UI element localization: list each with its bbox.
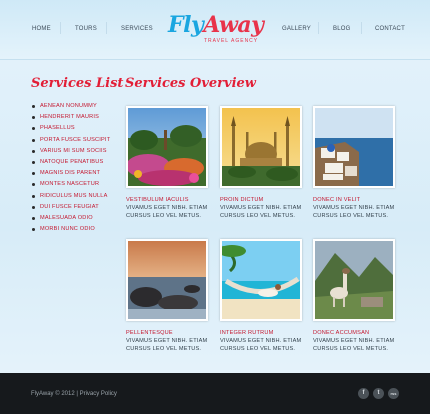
privacy-policy-link[interactable]: Privacy Policy xyxy=(80,391,117,397)
logo-text: FlyAway xyxy=(168,12,264,38)
twitter-icon[interactable]: t xyxy=(373,388,384,399)
service-card: PELLENTESQUE VIVAMUS EGET NIBH. ETIAM CUR… xyxy=(126,239,208,353)
card-description: VIVAMUS EGET NIBH. ETIAM CURSUS LEO VEL M… xyxy=(220,205,302,219)
nav-tours[interactable]: TOURS xyxy=(75,26,97,32)
list-item[interactable]: VARIUS MI SUM SOCIIS xyxy=(31,146,110,157)
service-card: PROIN DICTUM VIVAMUS EGET NIBH. ETIAM CUR… xyxy=(220,106,302,220)
bullet-icon xyxy=(32,127,35,131)
header: HOME TOURS SERVICES FlyAway TRAVEL AGENC… xyxy=(0,0,430,60)
service-card: VESTIBULUM IACULIS VIVAMUS EGET NIBH. ET… xyxy=(126,106,208,220)
services-list: AENEAN NONUMMY HENDRERIT MAURIS PHASELLU… xyxy=(31,101,110,235)
list-item[interactable]: AENEAN NONUMMY xyxy=(31,101,110,112)
list-item[interactable]: MONTES NASCETUR xyxy=(31,179,110,190)
nav-separator xyxy=(318,22,319,34)
nav-blog[interactable]: BLOG xyxy=(333,26,350,32)
card-description: VIVAMUS EGET NIBH. ETIAM CURSUS LEO VEL M… xyxy=(220,338,302,352)
bullet-icon xyxy=(32,116,35,120)
nav-separator xyxy=(106,22,107,34)
bullet-icon xyxy=(32,183,35,187)
garden-photo[interactable] xyxy=(126,106,208,188)
nav-home[interactable]: HOME xyxy=(32,26,51,32)
page-title: Services Overview xyxy=(125,76,256,91)
beach-rocks-photo[interactable] xyxy=(126,239,208,321)
list-item[interactable]: HENDRERIT MAURIS xyxy=(31,112,110,123)
llama-photo[interactable] xyxy=(313,239,395,321)
service-card: DONEC ACCUMSAN VIVAMUS EGET NIBH. ETIAM C… xyxy=(313,239,395,353)
card-title[interactable]: PROIN DICTUM xyxy=(220,197,302,203)
card-title[interactable]: DONEC ACCUMSAN xyxy=(313,330,395,336)
card-description: VIVAMUS EGET NIBH. ETIAM CURSUS LEO VEL M… xyxy=(126,338,208,352)
santorini-photo[interactable] xyxy=(313,106,395,188)
list-item[interactable]: DUI FUSCE FEUGIAT xyxy=(31,202,110,213)
service-card: DONEC IN VELIT VIVAMUS EGET NIBH. ETIAM C… xyxy=(313,106,395,220)
bullet-icon xyxy=(32,172,35,176)
bullet-icon xyxy=(32,216,35,220)
logo-tagline: TRAVEL AGENCY xyxy=(204,38,259,44)
service-card: INTEGER RUTRUM VIVAMUS EGET NIBH. ETIAM C… xyxy=(220,239,302,353)
mosque-photo[interactable] xyxy=(220,106,302,188)
card-title[interactable]: INTEGER RUTRUM xyxy=(220,330,302,336)
card-description: VIVAMUS EGET NIBH. ETIAM CURSUS LEO VEL M… xyxy=(126,205,208,219)
sidebar-title: Services List xyxy=(31,76,124,91)
list-item[interactable]: MAGNIS DIS PARENT xyxy=(31,168,110,179)
bullet-icon xyxy=(32,105,35,108)
card-title[interactable]: VESTIBULUM IACULIS xyxy=(126,197,208,203)
list-item[interactable]: PORTA FUSCE SUSCIPIT xyxy=(31,135,110,146)
list-item[interactable]: NATOQUE PENATIBUS xyxy=(31,157,110,168)
bullet-icon xyxy=(32,138,35,142)
card-description: VIVAMUS EGET NIBH. ETIAM CURSUS LEO VEL M… xyxy=(313,205,395,219)
card-description: VIVAMUS EGET NIBH. ETIAM CURSUS LEO VEL M… xyxy=(313,338,395,352)
nav-contact[interactable]: CONTACT xyxy=(375,26,405,32)
card-title[interactable]: DONEC IN VELIT xyxy=(313,197,395,203)
nav-separator xyxy=(361,22,362,34)
facebook-icon[interactable]: f xyxy=(358,388,369,399)
card-title[interactable]: PELLENTESQUE xyxy=(126,330,208,336)
footer: FlyAway © 2012 | Privacy Policy f t rss xyxy=(0,373,430,414)
list-item[interactable]: MALESUADA ODIO xyxy=(31,213,110,224)
list-item[interactable]: MORBI NUNC ODIO xyxy=(31,224,110,235)
nav-services[interactable]: SERVICES xyxy=(121,26,153,32)
list-item[interactable]: PHASELLUS xyxy=(31,123,110,134)
footer-copyright: FlyAway © 2012 | Privacy Policy xyxy=(31,391,117,397)
bullet-icon xyxy=(32,194,35,198)
logo[interactable]: FlyAway TRAVEL AGENCY xyxy=(168,12,264,46)
bullet-icon xyxy=(32,149,35,153)
rss-icon[interactable]: rss xyxy=(388,388,399,399)
nav-gallery[interactable]: GALLERY xyxy=(282,26,311,32)
bullet-icon xyxy=(32,160,35,164)
nav-separator xyxy=(60,22,61,34)
hammock-photo[interactable] xyxy=(220,239,302,321)
list-item[interactable]: RIDICULUS MUS NULLA xyxy=(31,191,110,202)
bullet-icon xyxy=(32,228,35,232)
bullet-icon xyxy=(32,205,35,209)
